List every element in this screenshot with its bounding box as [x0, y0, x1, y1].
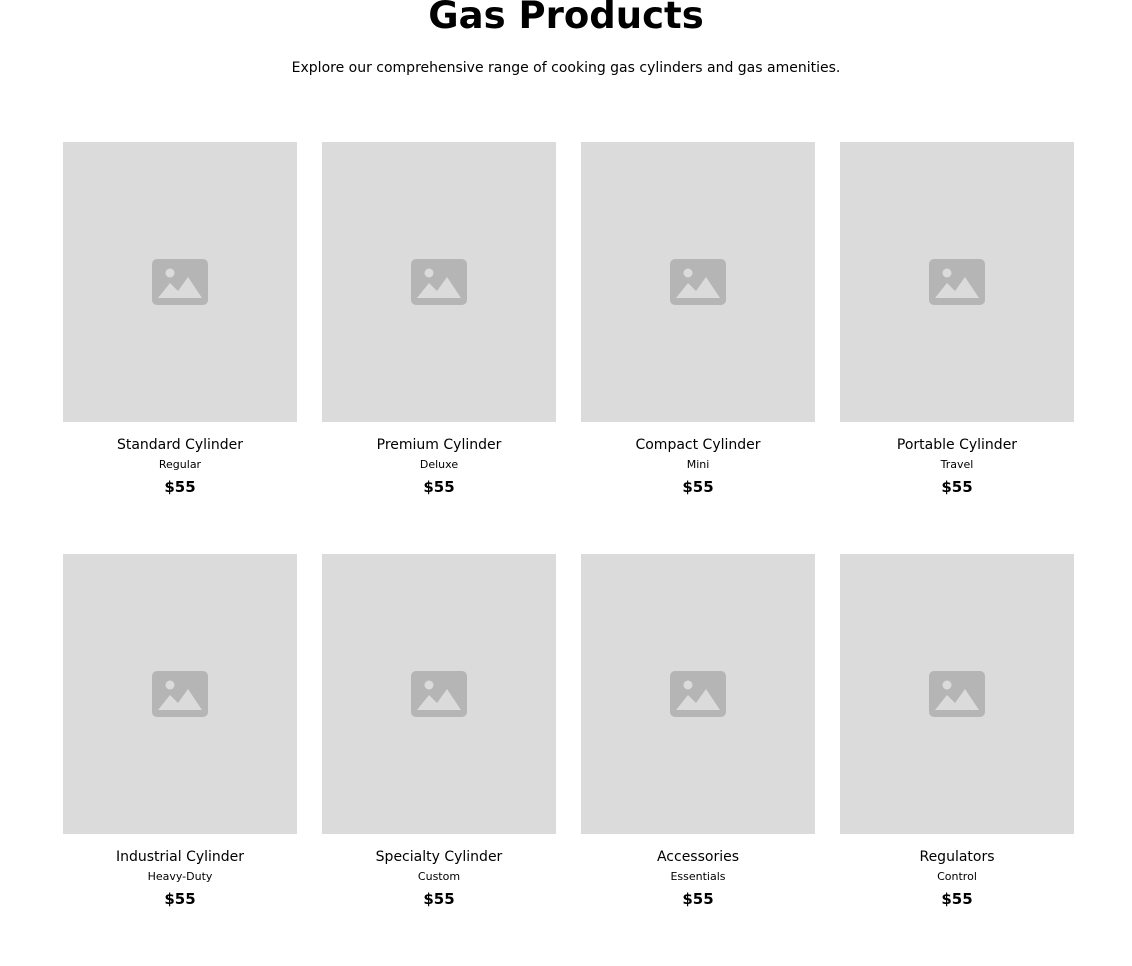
- product-image[interactable]: [581, 554, 815, 834]
- product-card-compact-cylinder[interactable]: Compact Cylinder Mini $55: [581, 142, 815, 554]
- product-name[interactable]: Industrial Cylinder: [63, 849, 297, 866]
- image-placeholder-icon: [411, 671, 467, 717]
- image-placeholder-icon: [929, 671, 985, 717]
- product-variant: Travel: [940, 458, 974, 471]
- product-variant: Mini: [686, 458, 710, 471]
- product-card-standard-cylinder[interactable]: Standard Cylinder Regular $55: [63, 142, 297, 554]
- product-variant: Heavy-Duty: [147, 870, 213, 883]
- product-price: $55: [423, 890, 455, 908]
- product-variant: Control: [937, 870, 977, 883]
- product-card-industrial-cylinder[interactable]: Industrial Cylinder Heavy-Duty $55: [63, 554, 297, 966]
- product-variant: Custom: [417, 870, 461, 883]
- product-price: $55: [164, 478, 196, 496]
- product-image[interactable]: [322, 142, 556, 422]
- product-card-accessories[interactable]: Accessories Essentials $55: [581, 554, 815, 966]
- product-name[interactable]: Specialty Cylinder: [322, 849, 556, 866]
- product-name[interactable]: Compact Cylinder: [581, 437, 815, 454]
- product-price: $55: [164, 890, 196, 908]
- product-card-portable-cylinder[interactable]: Portable Cylinder Travel $55: [840, 142, 1074, 554]
- product-name[interactable]: Portable Cylinder: [840, 437, 1074, 454]
- product-image[interactable]: [63, 554, 297, 834]
- image-placeholder-icon: [152, 259, 208, 305]
- product-variant: Regular: [158, 458, 202, 471]
- image-placeholder-icon: [411, 259, 467, 305]
- image-placeholder-icon: [670, 671, 726, 717]
- product-name[interactable]: Standard Cylinder: [63, 437, 297, 454]
- product-price: $55: [682, 890, 714, 908]
- image-placeholder-icon: [670, 259, 726, 305]
- image-placeholder-icon: [929, 259, 985, 305]
- product-image[interactable]: [840, 142, 1074, 422]
- product-grid: Standard Cylinder Regular $55 Premium Cy…: [63, 142, 1074, 966]
- product-price: $55: [941, 478, 973, 496]
- product-variant: Deluxe: [419, 458, 459, 471]
- product-image[interactable]: [63, 142, 297, 422]
- product-name[interactable]: Accessories: [581, 849, 815, 866]
- product-image[interactable]: [581, 142, 815, 422]
- page-subtitle: Explore our comprehensive range of cooki…: [291, 60, 841, 76]
- image-placeholder-icon: [152, 671, 208, 717]
- product-name[interactable]: Regulators: [840, 849, 1074, 866]
- product-name[interactable]: Premium Cylinder: [322, 437, 556, 454]
- product-price: $55: [682, 478, 714, 496]
- product-card-premium-cylinder[interactable]: Premium Cylinder Deluxe $55: [322, 142, 556, 554]
- product-price: $55: [941, 890, 973, 908]
- product-card-regulators[interactable]: Regulators Control $55: [840, 554, 1074, 966]
- product-image[interactable]: [840, 554, 1074, 834]
- product-image[interactable]: [322, 554, 556, 834]
- page-title: Gas Products: [428, 0, 704, 37]
- product-card-specialty-cylinder[interactable]: Specialty Cylinder Custom $55: [322, 554, 556, 966]
- product-variant: Essentials: [670, 870, 726, 883]
- product-price: $55: [423, 478, 455, 496]
